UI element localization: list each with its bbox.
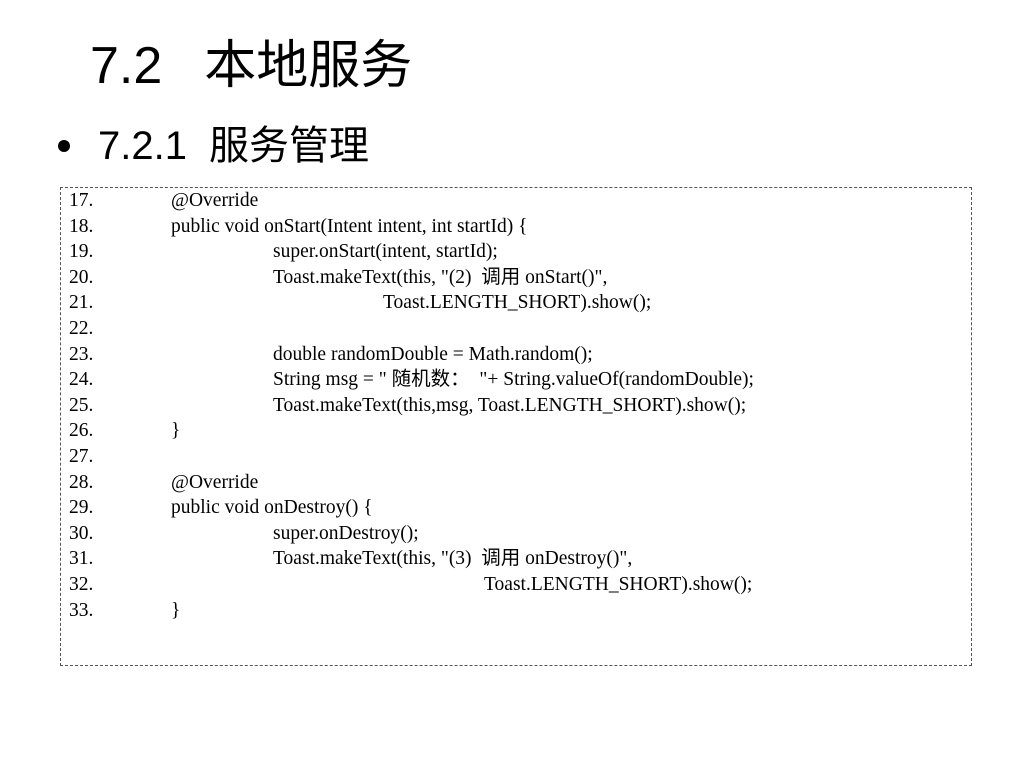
- line-number: 23.: [69, 343, 94, 365]
- bullet-dot-icon: [58, 140, 70, 152]
- subheading-number: 7.2.1: [98, 124, 187, 168]
- subheading-text: 服务管理: [208, 123, 369, 169]
- code-line: 29. public void onDestroy() {: [69, 495, 959, 521]
- slide-title: 7.2 本地服务: [90, 30, 412, 102]
- code-text: Toast.makeText(this, "(3) 调用 onDestroy()…: [273, 548, 633, 570]
- code-line: 33.}: [69, 598, 959, 624]
- line-number: 19.: [69, 241, 94, 263]
- line-number: 31.: [69, 548, 94, 570]
- code-line: 32. Toast.LENGTH_SHORT).show();: [69, 572, 959, 598]
- code-listing: 17. @Override 18. public void onStart(Inten…: [60, 187, 972, 666]
- line-number: 21.: [69, 292, 94, 314]
- line-number: 28.: [69, 471, 94, 493]
- code-line: 21. Toast.LENGTH_SHORT).show();: [69, 290, 959, 316]
- line-number: 32.: [69, 574, 94, 595]
- code-text: public void onStart(Intent intent, int s…: [171, 215, 528, 237]
- line-number: 26.: [69, 420, 94, 442]
- code-text: }: [171, 420, 181, 442]
- code-text: Toast.LENGTH_SHORT).show();: [484, 574, 753, 595]
- code-line: 30. super.onDestroy();: [69, 521, 959, 547]
- code-line: 24. String msg = " 随机数： "+ String.valueOf…: [69, 367, 959, 393]
- line-number: 27.: [69, 446, 94, 467]
- code-line: 19. super.onStart(intent, startId);: [69, 239, 959, 265]
- code-line: 27.: [69, 444, 959, 470]
- line-number: 29.: [69, 497, 94, 519]
- code-line: 28. @Override: [69, 470, 959, 496]
- line-number: 18.: [69, 215, 94, 237]
- code-text: String msg = " 随机数： "+ String.valueOf(ra…: [273, 369, 754, 391]
- slide-title-text: 本地服务: [204, 36, 413, 96]
- line-number: 17.: [69, 190, 94, 211]
- line-number: 25.: [69, 394, 94, 416]
- code-text: Toast.makeText(this, "(2) 调用 onStart()",: [273, 266, 608, 288]
- code-text: super.onDestroy();: [273, 522, 419, 544]
- code-text: @Override: [171, 471, 259, 493]
- code-text: double randomDouble = Math.random();: [273, 343, 593, 365]
- code-line: 26.}: [69, 418, 959, 444]
- code-text: super.onStart(intent, startId);: [273, 241, 498, 263]
- code-line: 18. public void onStart(Intent intent, in…: [69, 214, 959, 240]
- line-number: 33.: [69, 599, 94, 621]
- code-text: }: [171, 599, 181, 621]
- subheading-bullet: 7.2.1 服务管理: [58, 116, 369, 176]
- code-text: @Override: [171, 190, 259, 211]
- code-text: Toast.makeText(this,msg, Toast.LENGTH_SH…: [273, 394, 747, 416]
- line-number: 22.: [69, 318, 94, 339]
- slide-title-number: 7.2: [90, 37, 163, 95]
- code-line: 22.: [69, 316, 959, 342]
- code-line: 25. Toast.makeText(this,msg, Toast.LENGTH…: [69, 393, 959, 419]
- code-line: 31. Toast.makeText(this, "(3) 调用 onDestro…: [69, 546, 959, 572]
- line-number: 24.: [69, 369, 94, 391]
- line-number: 30.: [69, 522, 94, 544]
- code-line: 20. Toast.makeText(this, "(2) 调用 onStart(…: [69, 265, 959, 291]
- code-line: 17. @Override: [69, 188, 959, 214]
- code-text: Toast.LENGTH_SHORT).show();: [383, 292, 652, 314]
- line-number: 20.: [69, 266, 94, 288]
- code-line: 23. double randomDouble = Math.random();: [69, 342, 959, 368]
- code-text: public void onDestroy() {: [171, 497, 373, 519]
